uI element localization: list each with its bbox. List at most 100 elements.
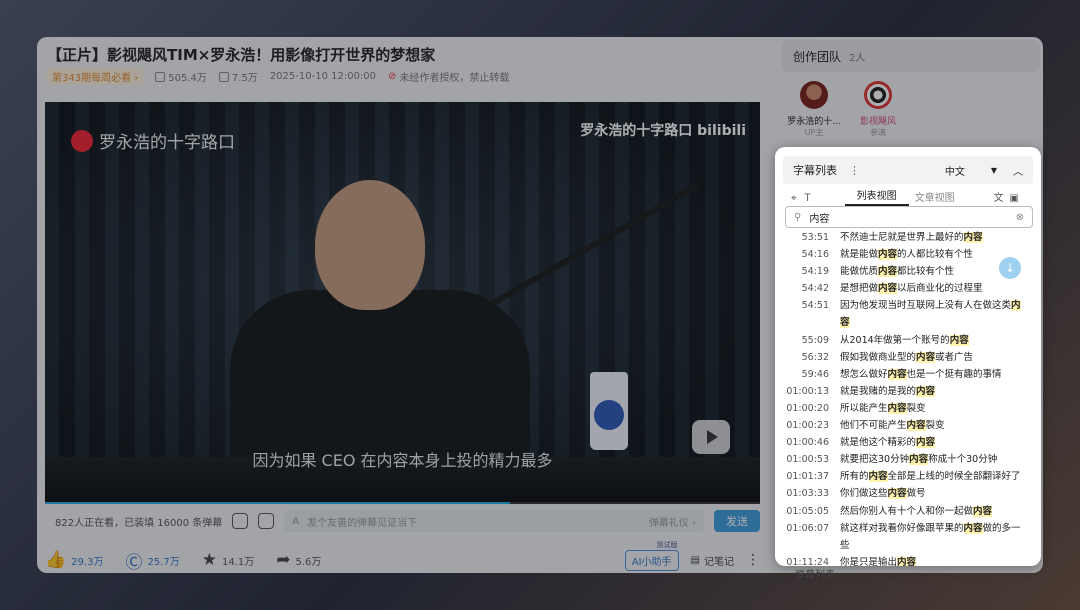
coin-icon: Ⓒ: [125, 552, 143, 573]
subtitle-row[interactable]: 01:00:23 他们不可能产生内容裂变: [783, 417, 1033, 434]
subtitle-text-before: 就这样对我看你好像跟苹果的: [840, 522, 964, 534]
play-icon[interactable]: [692, 420, 730, 454]
subtitle-row[interactable]: 01:06:07 就这样对我看你好像跟苹果的内容做的多一些: [783, 520, 1033, 554]
chevron-down-icon[interactable]: ▼: [991, 166, 997, 175]
subtitle-timestamp[interactable]: 01:01:37: [783, 468, 829, 485]
subtitle-text-after: 裂变: [925, 420, 945, 432]
member-name[interactable]: 影视飓风: [843, 114, 913, 127]
video-title: 【正片】影视飓风TIM×罗永浩！用影像打开世界的梦想家: [47, 46, 436, 64]
team-member[interactable]: 影视飓风 参演: [843, 81, 913, 138]
notes-button[interactable]: ▤ 记笔记: [691, 553, 734, 568]
subtitle-timestamp[interactable]: 01:03:33: [783, 485, 829, 502]
coin-button[interactable]: Ⓒ 25.7万: [125, 548, 179, 573]
more-icon[interactable]: ⋮: [849, 164, 860, 177]
subtitle-text: 所有的内容全部是上线的时候全部翻译好了: [840, 468, 1026, 485]
bilibili-watermark: 罗永浩的十字路口 bilibili: [580, 123, 746, 139]
danmaku-etiquette-link[interactable]: 弹幕礼仪 ›: [649, 514, 696, 529]
subtitle-text-before: 然后你别人有十个人和你一起做: [840, 505, 974, 517]
subtitle-text-before: 就是能做: [840, 249, 879, 261]
subtitle-text-before: 从2014年做第一个账号的: [840, 334, 950, 346]
subtitle-row[interactable]: 54:16 就是能做内容的人都比较有个性: [783, 246, 1033, 263]
subtitle-row[interactable]: 59:46 想怎么做好内容也是一个挺有趣的事情: [783, 366, 1033, 383]
subtitle-row[interactable]: 01:11:24 你是只是输出内容: [783, 554, 1033, 566]
share-button[interactable]: ➦ 5.6万: [276, 550, 321, 570]
scroll-to-current-icon[interactable]: ↓: [999, 257, 1021, 279]
share-arrow-icon: ➦: [276, 550, 291, 570]
thumbs-up-icon: 👍: [45, 550, 67, 570]
subtitle-timestamp[interactable]: 59:46: [783, 366, 829, 383]
subtitle-timestamp[interactable]: 01:11:24: [783, 554, 829, 566]
subtitle-text-before: 所以能产生: [840, 402, 888, 414]
subtitle-row[interactable]: 01:00:53 就要把这30分钟内容称成十个30分钟: [783, 451, 1033, 468]
ai-assistant-label: AI小助手: [631, 556, 672, 568]
subtitle-search-input[interactable]: ⚲ 内容 ⊗: [785, 206, 1033, 228]
language-select[interactable]: 中文: [945, 163, 965, 178]
danmaku-settings-icon[interactable]: [258, 513, 275, 529]
subtitle-row[interactable]: 53:51 不然迪士尼就是世界上最好的内容: [783, 229, 1033, 246]
favorite-button[interactable]: ★ 14.1万: [202, 550, 255, 570]
subtitle-timestamp[interactable]: 54:19: [783, 263, 829, 280]
avatar[interactable]: [864, 81, 892, 109]
search-value[interactable]: 内容: [809, 210, 829, 225]
danmaku-toggle-icon[interactable]: [232, 513, 249, 529]
subtitle-row[interactable]: 54:19 能做优质内容都比较有个性: [783, 263, 1033, 280]
more-options-icon[interactable]: ⋮: [746, 552, 760, 568]
subtitle-text-before: 他们不可能产生: [840, 420, 907, 432]
danmaku-input[interactable]: A 发个友善的弹幕见证当下 弹幕礼仪 ›: [284, 510, 704, 532]
subtitle-timestamp[interactable]: 01:00:20: [783, 400, 829, 417]
subtitle-timestamp[interactable]: 55:09: [783, 332, 829, 349]
subtitle-timestamp[interactable]: 01:00:53: [783, 451, 829, 468]
subtitle-timestamp[interactable]: 54:42: [783, 280, 829, 297]
subtitle-timestamp[interactable]: 54:51: [783, 297, 829, 331]
team-count: 2人: [849, 52, 866, 64]
search-highlight: 内容: [878, 249, 898, 261]
video-player[interactable]: 罗永浩的十字路口 罗永浩的十字路口 bilibili 因为如果 CEO 在内容本…: [45, 102, 760, 504]
clear-icon[interactable]: ⊗: [1016, 212, 1024, 223]
ai-assistant-button[interactable]: 测试版 AI小助手: [624, 539, 680, 571]
subtitle-text-before: 所有的: [840, 471, 869, 483]
subtitle-text-before: 想怎么做好: [840, 368, 888, 380]
subtitle-timestamp[interactable]: 01:00:13: [783, 383, 829, 400]
translate-copy-icons[interactable]: 文▣: [994, 189, 1025, 204]
subtitle-text-before: 你们做这些: [840, 488, 888, 500]
subtitle-row[interactable]: 55:09 从2014年做第一个账号的内容: [783, 332, 1033, 349]
subtitle-timestamp[interactable]: 01:05:05: [783, 503, 829, 520]
tab-list-view[interactable]: 列表视图: [844, 187, 909, 206]
reprint-notice: ⊘ 未经作者授权，禁止转载: [388, 69, 509, 84]
weekly-tag[interactable]: 第343期每周必看 ›: [47, 68, 144, 85]
like-button[interactable]: 👍 29.3万: [45, 550, 103, 570]
subtitle-row[interactable]: 54:42 是想把做内容以后商业化的过程里: [783, 280, 1033, 297]
subtitle-row[interactable]: 01:00:20 所以能产生内容裂变: [783, 400, 1033, 417]
search-highlight: 内容: [916, 437, 936, 449]
subtitle-row[interactable]: 01:00:13 就是我赌的是我的内容: [783, 383, 1033, 400]
avatar[interactable]: [800, 81, 828, 109]
subtitle-timestamp[interactable]: 54:16: [783, 246, 829, 263]
danmaku-style-icon[interactable]: A: [292, 516, 299, 527]
subtitle-row[interactable]: 54:51 因为他发现当时互联网上没有人在做这类内容: [783, 297, 1033, 331]
send-button[interactable]: 发送: [714, 510, 760, 532]
subtitle-row[interactable]: 01:03:33 你们做这些内容做号: [783, 485, 1033, 502]
subtitle-text: 所以能产生内容裂变: [840, 400, 1026, 417]
chevron-up-icon[interactable]: ︿: [1013, 163, 1023, 178]
team-member[interactable]: 罗永浩的十... UP主: [779, 81, 849, 138]
search-highlight: 内容: [878, 266, 898, 278]
subtitle-timestamp[interactable]: 53:51: [783, 229, 829, 246]
subtitle-timestamp[interactable]: 01:00:46: [783, 434, 829, 451]
subtitle-row[interactable]: 56:32 假如我做商业型的内容或者广告: [783, 349, 1033, 366]
subtitle-row[interactable]: 01:01:37 所有的内容全部是上线的时候全部翻译好了: [783, 468, 1033, 485]
subtitle-timestamp[interactable]: 01:06:07: [783, 520, 829, 554]
subtitle-row[interactable]: 01:05:05 然后你别人有十个人和你一起做内容: [783, 503, 1033, 520]
locate-text-icons[interactable]: ⌖Ｔ: [791, 189, 819, 204]
subtitle-timestamp[interactable]: 01:00:23: [783, 417, 829, 434]
like-count: 29.3万: [71, 556, 104, 568]
member-name[interactable]: 罗永浩的十...: [779, 114, 849, 127]
subtitle-timestamp[interactable]: 56:32: [783, 349, 829, 366]
subtitle-list[interactable]: 53:51 不然迪士尼就是世界上最好的内容 54:16 就是能做内容的人都比较有个性 5…: [783, 229, 1033, 566]
progress-bar[interactable]: [45, 502, 760, 504]
subtitle-text: 就是我赌的是我的内容: [840, 383, 1026, 400]
search-highlight: 内容: [887, 488, 907, 500]
tab-article-view[interactable]: 文章视图: [915, 189, 955, 204]
danmaku-list-peek[interactable]: 弹幕列表: [795, 566, 835, 581]
subtitle-row[interactable]: 01:00:46 就是他这个精彩的内容: [783, 434, 1033, 451]
subtitle-text-before: 不然迪士尼就是世界上最好的: [840, 232, 964, 243]
